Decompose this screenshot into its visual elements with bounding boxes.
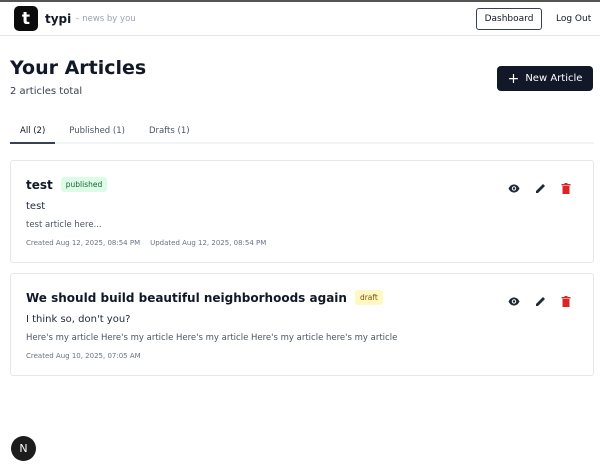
status-badge: published — [60, 177, 108, 192]
page-title: Your Articles — [10, 57, 147, 79]
logo[interactable]: t — [14, 6, 38, 31]
dashboard-button[interactable]: Dashboard — [476, 8, 542, 30]
brand-tagline: – news by you — [75, 13, 136, 24]
article-excerpt: Here's my article Here's my article Here… — [26, 333, 398, 343]
updated-date: Updated Aug 12, 2025, 08:54 PM — [150, 239, 267, 247]
article-subtitle: test — [26, 201, 46, 212]
article-tabs: All (2) Published (1) Drafts (1) — [10, 119, 594, 144]
status-badge: draft — [354, 290, 383, 305]
new-article-label: New Article — [525, 73, 583, 84]
view-icon[interactable] — [507, 181, 521, 195]
delete-icon[interactable] — [559, 294, 573, 308]
article-card: We should build beautiful neighborhoods … — [10, 273, 594, 376]
view-icon[interactable] — [507, 294, 521, 308]
created-date: Created Aug 10, 2025, 07:05 AM — [26, 352, 141, 360]
article-excerpt: test article here... — [26, 220, 102, 230]
tab-published[interactable]: Published (1) — [59, 119, 135, 144]
tab-drafts[interactable]: Drafts (1) — [139, 119, 200, 144]
logo-letter: t — [21, 8, 31, 29]
plus-icon: + — [507, 70, 520, 87]
edit-icon[interactable] — [533, 181, 547, 195]
nextjs-dev-badge[interactable]: N — [11, 436, 36, 461]
delete-icon[interactable] — [559, 181, 573, 195]
tab-all[interactable]: All (2) — [10, 119, 56, 144]
new-article-button[interactable]: + New Article — [497, 66, 593, 91]
brand-name[interactable]: typi — [45, 12, 71, 26]
top-nav: t typi – news by you Dashboard Log Out — [0, 2, 600, 36]
dev-badge-letter: N — [19, 442, 28, 455]
article-card: test published test test article here... … — [10, 160, 594, 263]
article-title[interactable]: test — [26, 178, 53, 192]
article-title[interactable]: We should build beautiful neighborhoods … — [26, 291, 347, 305]
article-subtitle: I think so, don't you? — [26, 314, 131, 325]
logout-button[interactable]: Log Out — [556, 8, 591, 30]
created-date: Created Aug 12, 2025, 08:54 PM — [26, 239, 141, 247]
edit-icon[interactable] — [533, 294, 547, 308]
article-count: 2 articles total — [10, 86, 83, 97]
